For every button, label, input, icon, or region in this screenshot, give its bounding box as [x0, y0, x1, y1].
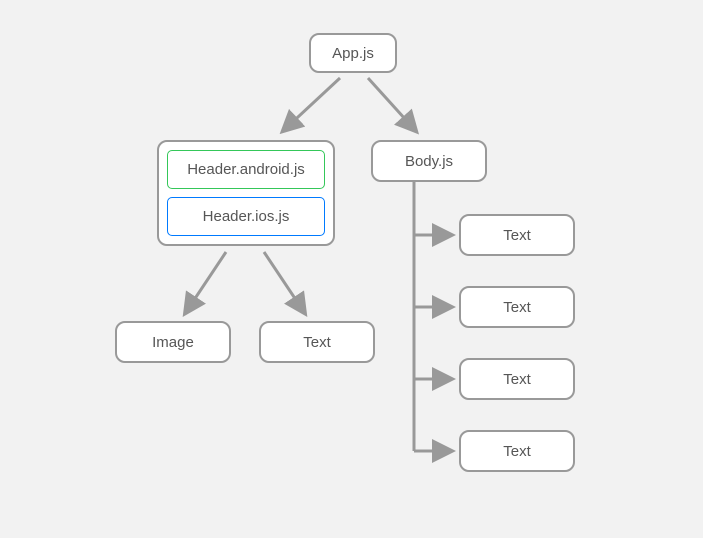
node-label: Text	[503, 443, 531, 460]
node-label: Header.ios.js	[203, 208, 290, 225]
node-label: Body.js	[405, 153, 453, 170]
node-text-header: Text	[259, 321, 375, 363]
node-header-android: Header.android.js	[167, 150, 325, 189]
node-label: Text	[303, 334, 331, 351]
node-body-text-4: Text	[459, 430, 575, 472]
node-label: App.js	[332, 45, 374, 62]
node-label: Text	[503, 299, 531, 316]
node-label: Text	[503, 371, 531, 388]
diagram-arrows	[0, 0, 703, 538]
node-label: Header.android.js	[187, 161, 305, 178]
node-label: Image	[152, 334, 194, 351]
node-body-text-3: Text	[459, 358, 575, 400]
node-body-text-2: Text	[459, 286, 575, 328]
node-header-ios: Header.ios.js	[167, 197, 325, 236]
node-header-container: Header.android.js Header.ios.js	[157, 140, 335, 246]
node-image: Image	[115, 321, 231, 363]
node-label: Text	[503, 227, 531, 244]
node-app: App.js	[309, 33, 397, 73]
node-body: Body.js	[371, 140, 487, 182]
node-body-text-1: Text	[459, 214, 575, 256]
